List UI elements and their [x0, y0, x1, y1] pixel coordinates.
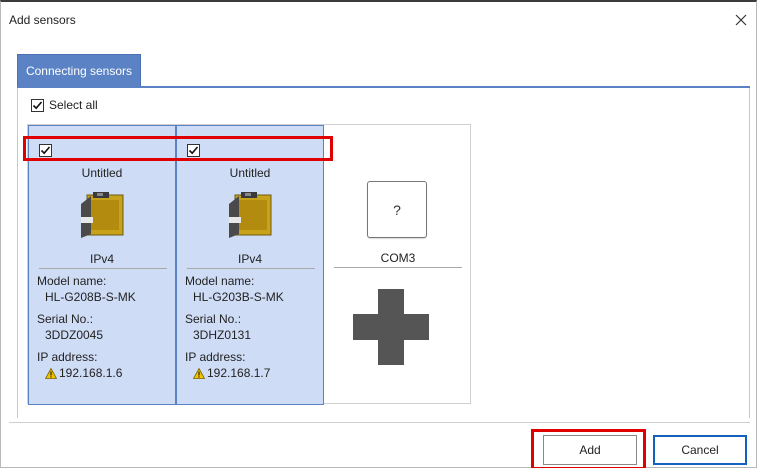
com-port-card: ? COM3	[324, 125, 472, 405]
ip-value: 192.168.1.7	[207, 366, 271, 380]
sensor-protocol: IPv4	[89, 252, 114, 266]
checkmark-icon	[188, 146, 199, 155]
add-sensors-dialog: Add sensors Connecting sensors Select al…	[0, 0, 757, 468]
serial-value: 3DHZ0131	[193, 328, 252, 342]
sensor-name: Untitled	[81, 166, 123, 180]
warning-icon	[193, 367, 205, 379]
select-all-label: Select all	[49, 98, 98, 112]
unknown-device-button[interactable]: ?	[367, 181, 427, 238]
model-label: Model name:	[37, 274, 107, 288]
warning-icon	[45, 367, 57, 379]
ip-value-row: 192.168.1.7	[193, 366, 270, 380]
com-port-label: COM3	[380, 251, 416, 265]
sensor-checkbox[interactable]	[187, 144, 200, 157]
title-bar: Add sensors	[1, 2, 756, 38]
select-all-checkbox[interactable]: Select all	[31, 98, 98, 112]
checkmark-icon	[32, 100, 43, 109]
sensor-protocol: IPv4	[237, 252, 262, 266]
sensor-grid: Untitled IPv4 Model name: HL-G208B-S-MK …	[27, 124, 472, 405]
ip-label: IP address:	[37, 350, 98, 364]
ip-label: IP address:	[185, 350, 246, 364]
model-label: Model name:	[185, 274, 255, 288]
model-value: HL-G203B-S-MK	[193, 290, 284, 304]
serial-value: 3DDZ0045	[45, 328, 104, 342]
dialog-title: Add sensors	[9, 13, 76, 27]
close-icon	[735, 14, 747, 26]
sensor-card[interactable]: Untitled IPv4 Model name: HL-G203B-S-MK …	[176, 125, 324, 405]
laser-sensor-icon	[81, 192, 124, 238]
plus-icon[interactable]	[353, 289, 429, 365]
sensor-card[interactable]: Untitled IPv4 Model name: HL-G208B-S-MK …	[28, 125, 176, 405]
cancel-button[interactable]: Cancel	[653, 435, 747, 465]
footer-divider	[9, 422, 750, 423]
divider	[39, 268, 167, 269]
sensor-checkbox[interactable]	[39, 144, 52, 157]
divider	[334, 267, 462, 268]
sensor-name: Untitled	[229, 166, 271, 180]
serial-label: Serial No.:	[185, 312, 242, 326]
checkmark-icon	[40, 146, 51, 155]
close-button[interactable]	[731, 10, 751, 30]
tab-connecting-sensors[interactable]: Connecting sensors	[17, 54, 141, 87]
ip-value-row: 192.168.1.6	[45, 366, 122, 380]
checkbox[interactable]	[31, 98, 44, 112]
divider	[187, 268, 315, 269]
laser-sensor-icon	[229, 192, 272, 238]
ip-value: 192.168.1.6	[59, 366, 123, 380]
serial-label: Serial No.:	[37, 312, 94, 326]
model-value: HL-G208B-S-MK	[45, 290, 136, 304]
add-button[interactable]: Add	[543, 435, 637, 465]
